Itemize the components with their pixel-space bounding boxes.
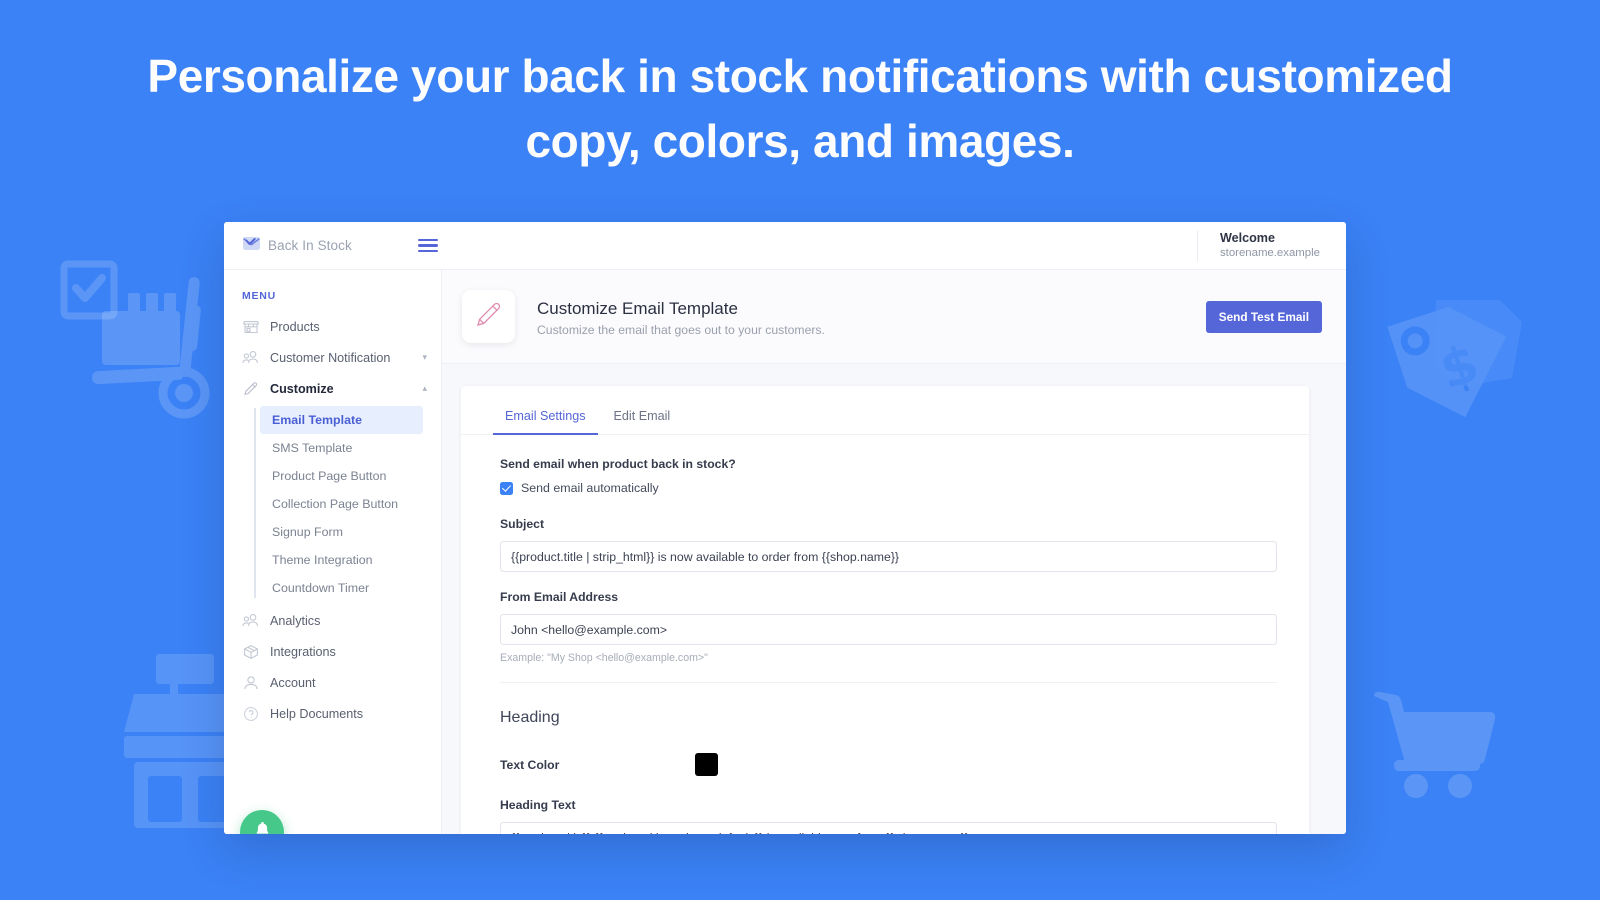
subject-label: Subject [500,517,1277,531]
sidebar-subitem-theme-integration[interactable]: Theme Integration [260,546,423,574]
sidebar-subitem-email-template[interactable]: Email Template [260,406,423,434]
question-circle-icon [242,705,259,722]
sidebar-item-label: Account [270,676,316,690]
sidebar-item-integrations[interactable]: Integrations [224,636,441,667]
svg-text:$: $ [1433,333,1486,401]
topbar: Back In Stock Welcome storename.example [224,222,1346,270]
pencil-icon [242,380,259,397]
welcome-store-name: storename.example [1220,246,1320,261]
price-tag-icon: $ [1378,282,1528,432]
sidebar-item-label: Integrations [270,645,336,659]
sidebar-item-account[interactable]: Account [224,667,441,698]
from-email-label: From Email Address [500,590,1277,604]
sidebar: MENU Products Cu [224,270,442,834]
sidebar-subitem-countdown-timer[interactable]: Countdown Timer [260,574,423,602]
chevron-down-icon[interactable]: ▾ [422,353,427,362]
tab-edit-email[interactable]: Edit Email [602,400,683,435]
subject-input[interactable] [500,541,1277,572]
page-icon-card [462,290,515,343]
app-window: Back In Stock Welcome storename.example … [224,222,1346,834]
welcome-title: Welcome [1220,230,1320,247]
user-icon [242,674,259,691]
welcome-block: Welcome storename.example [1220,230,1320,262]
page-headline: Personalize your back in stock notificat… [0,44,1600,175]
text-color-row: Text Color [500,753,1277,776]
from-email-field-group: From Email Address Example: "My Shop <he… [500,590,1277,664]
sidebar-item-label: Products [270,320,320,334]
sidebar-item-customer-notification[interactable]: Customer Notification ▾ [224,342,441,373]
brand-name: Back In Stock [268,238,352,253]
heading-text-input[interactable] [500,822,1277,834]
chevron-up-icon[interactable]: ▴ [422,384,427,393]
email-settings-form: Send email when product back in stock? S… [461,435,1309,834]
send-automatically-row[interactable]: Send email automatically [500,481,1277,495]
divider [1197,231,1198,261]
sidebar-subitem-sms-template[interactable]: SMS Template [260,434,423,462]
section-divider [500,682,1277,683]
sidebar-section-label: MENU [224,284,441,311]
people-icon [242,612,259,629]
page-header: Customize Email Template Customize the e… [442,270,1346,364]
bell-icon [253,820,272,834]
sidebar-subnav: Email Template SMS Template Product Page… [224,406,441,602]
heading-text-field-group: Heading Text [500,798,1277,834]
sidebar-item-products[interactable]: Products [224,311,441,342]
box-icon [242,643,259,660]
send-test-email-button[interactable]: Send Test Email [1206,301,1322,333]
text-color-swatch[interactable] [695,753,718,776]
shopping-cart-icon [1372,690,1497,800]
heading-text-label: Heading Text [500,798,1277,812]
brand[interactable]: Back In Stock [224,235,442,256]
page-header-text: Customize Email Template Customize the e… [537,296,825,338]
sidebar-item-help-documents[interactable]: Help Documents [224,698,441,729]
topbar-right: Welcome storename.example [1197,222,1346,269]
pencil-icon [474,299,504,334]
sidebar-item-customize[interactable]: Customize ▴ [224,373,441,404]
tab-email-settings[interactable]: Email Settings [493,400,598,435]
sidebar-item-label: Customer Notification [270,351,390,365]
main-content: Customize Email Template Customize the e… [442,270,1346,834]
store-icon [242,318,259,335]
send-email-question-label: Send email when product back in stock? [500,457,1277,471]
page-title: Customize Email Template [537,296,825,322]
envelope-check-icon [242,235,261,256]
sidebar-item-label: Customize [270,382,334,396]
clipboard-check-icon [58,258,120,330]
people-icon [242,349,259,366]
sidebar-item-label: Help Documents [270,707,363,721]
from-email-help-text: Example: "My Shop <hello@example.com>" [500,652,1277,664]
text-color-label: Text Color [500,758,695,772]
from-email-input[interactable] [500,614,1277,645]
hand-truck-icon [88,275,218,425]
sidebar-item-label: Analytics [270,614,320,628]
settings-card: Email Settings Edit Email Send email whe… [461,386,1309,834]
sidebar-subitem-collection-page-button[interactable]: Collection Page Button [260,490,423,518]
sidebar-item-analytics[interactable]: Analytics [224,605,441,636]
notification-fab-button[interactable] [240,810,284,834]
sidebar-subitem-product-page-button[interactable]: Product Page Button [260,462,423,490]
hamburger-icon[interactable] [418,239,438,253]
send-automatically-checkbox[interactable] [500,482,513,495]
sidebar-subitem-signup-form[interactable]: Signup Form [260,518,423,546]
send-automatically-label: Send email automatically [521,481,659,495]
page-subtitle: Customize the email that goes out to you… [537,323,825,337]
heading-section-title: Heading [500,709,1277,727]
subject-field-group: Subject [500,517,1277,572]
tab-bar: Email Settings Edit Email [461,386,1309,435]
